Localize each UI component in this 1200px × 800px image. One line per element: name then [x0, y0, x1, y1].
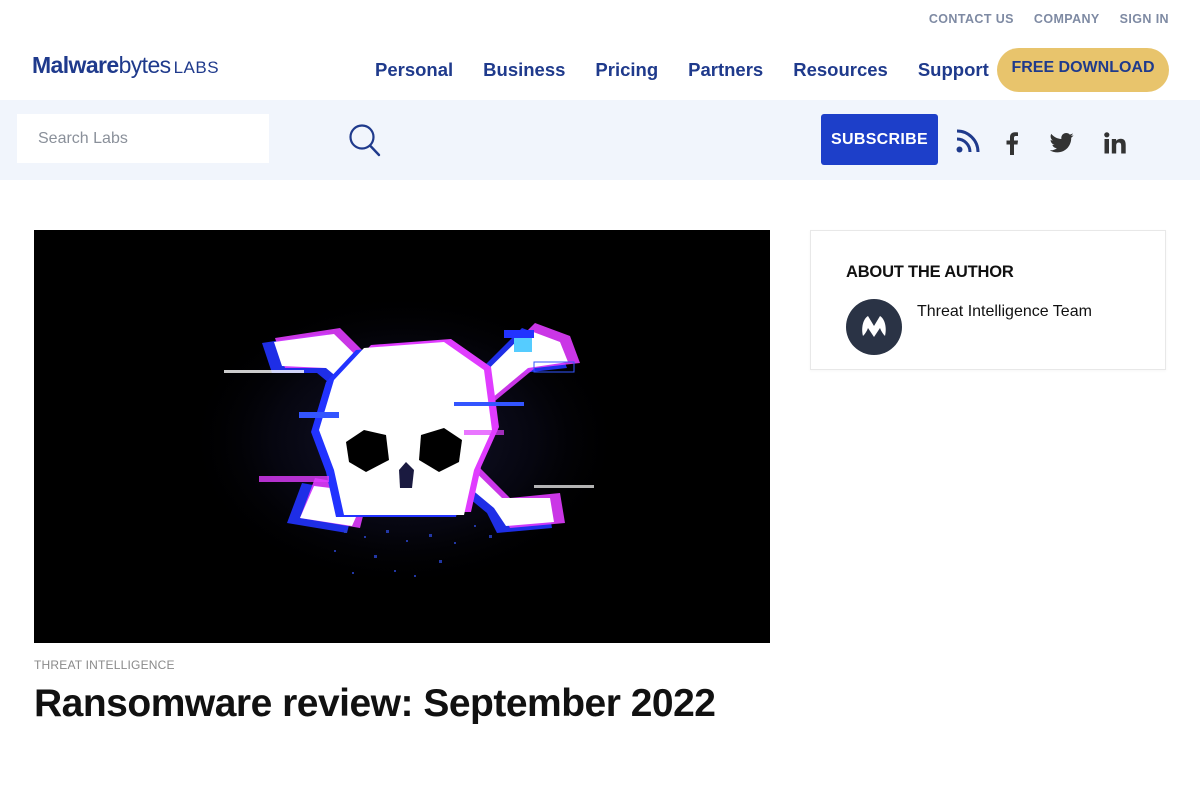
- logo-light-text: bytes: [118, 52, 172, 78]
- contact-us-link[interactable]: CONTACT US: [929, 12, 1014, 26]
- main-nav: Personal Business Pricing Partners Resou…: [375, 59, 1019, 81]
- article-hero-image: [34, 230, 770, 643]
- nav-business[interactable]: Business: [483, 59, 565, 81]
- labs-subbar: SUBSCRIBE: [0, 100, 1200, 180]
- logo-labs-text: LABS: [173, 58, 220, 77]
- free-download-button[interactable]: FREE DOWNLOAD: [997, 48, 1169, 92]
- nav-pricing[interactable]: Pricing: [595, 59, 658, 81]
- nav-support[interactable]: Support: [918, 59, 989, 81]
- search-input[interactable]: [17, 114, 269, 163]
- rss-icon[interactable]: [953, 126, 983, 156]
- about-author-card: ABOUT THE AUTHOR Threat Intelligence Tea…: [810, 230, 1166, 370]
- facebook-icon[interactable]: [997, 128, 1027, 158]
- article-category[interactable]: THREAT INTELLIGENCE: [34, 658, 175, 672]
- glitch-skull-illustration: [34, 230, 770, 643]
- utility-nav: CONTACT US COMPANY SIGN IN: [929, 12, 1169, 26]
- nav-resources[interactable]: Resources: [793, 59, 888, 81]
- sign-in-link[interactable]: SIGN IN: [1120, 12, 1169, 26]
- twitter-icon[interactable]: [1047, 128, 1077, 158]
- author-avatar[interactable]: [846, 299, 902, 355]
- logo-bold-text: Malware: [32, 52, 119, 78]
- company-link[interactable]: COMPANY: [1034, 12, 1100, 26]
- subscribe-button[interactable]: SUBSCRIBE: [821, 114, 938, 165]
- nav-personal[interactable]: Personal: [375, 59, 453, 81]
- author-name-link[interactable]: Threat Intelligence Team: [917, 303, 1092, 321]
- nav-partners[interactable]: Partners: [688, 59, 763, 81]
- malwarebytes-labs-logo[interactable]: Malwarebytes LABS: [32, 52, 219, 78]
- search-icon[interactable]: [347, 123, 383, 159]
- site-header: CONTACT US COMPANY SIGN IN Malwarebytes …: [0, 0, 1200, 100]
- article-title: Ransomware review: September 2022: [34, 682, 716, 725]
- about-author-heading: ABOUT THE AUTHOR: [846, 263, 1014, 281]
- logo-wordmark: Malwarebytes: [32, 52, 171, 79]
- linkedin-icon[interactable]: [1100, 128, 1130, 158]
- malwarebytes-m-icon: [862, 316, 886, 337]
